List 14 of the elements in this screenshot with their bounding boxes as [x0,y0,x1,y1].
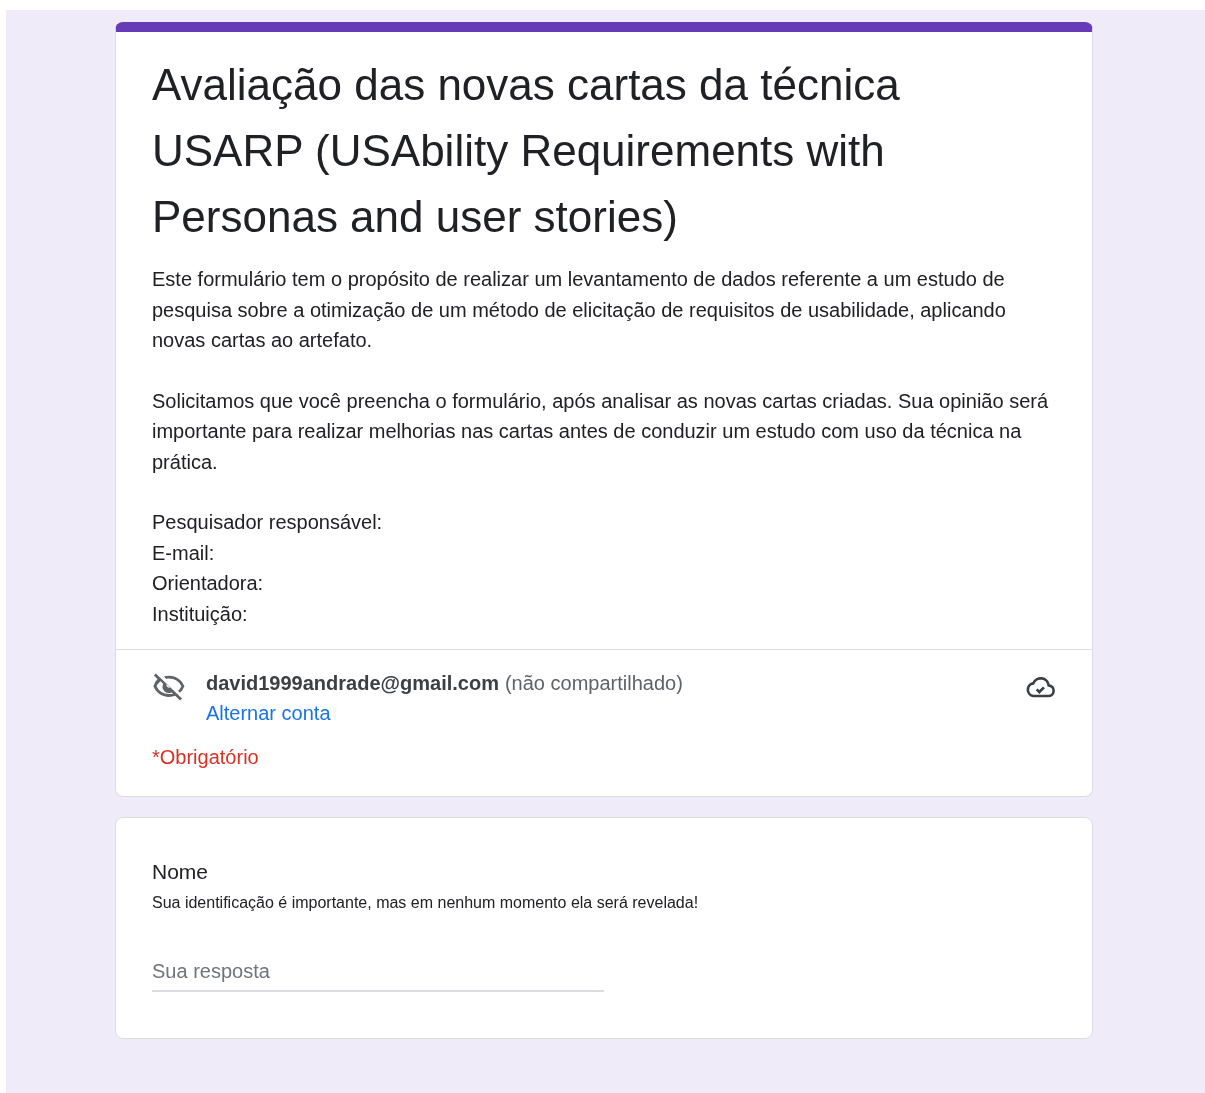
description-text: Orientadora: [152,571,265,596]
description-text: Solicitamos que você preencha o formulário, após analisar as novas cartas criadas. Sua opinião será importante para realizar melhorias nas cartas antes de conduzir um estudo com uso da técnica na prática. [152,388,1050,475]
sharing-note: (não compartilhado) [504,672,683,694]
description-text: E-mail: [152,540,216,566]
answer-field[interactable]: Sua resposta [152,956,604,992]
description-text: Pesquisador responsável: [152,510,384,535]
required-note: *Obrigatório [151,745,260,770]
description-text: Este formulário tem o propósito de realizar um levantamento de dados referente a um estudo de pesquisa sobre a otimização de um método de elicitação de requisitos de usabilidade, aplicando novas cartas ao artefato. [152,267,1007,353]
account-email: david1999andrade@gmail.com [206,672,499,694]
question-title: Nome [152,859,210,885]
description-text: Instituição: [152,601,249,627]
form-title: Avaliação das novas cartas da técnica USARP (USAbility Requirements with Personas and user stories) [151,59,901,243]
question-help-text: Sua identificação é importante, mas em nenhum momento ela será revelada! [152,893,700,913]
switch-account-link[interactable]: Alternar conta [206,698,331,728]
